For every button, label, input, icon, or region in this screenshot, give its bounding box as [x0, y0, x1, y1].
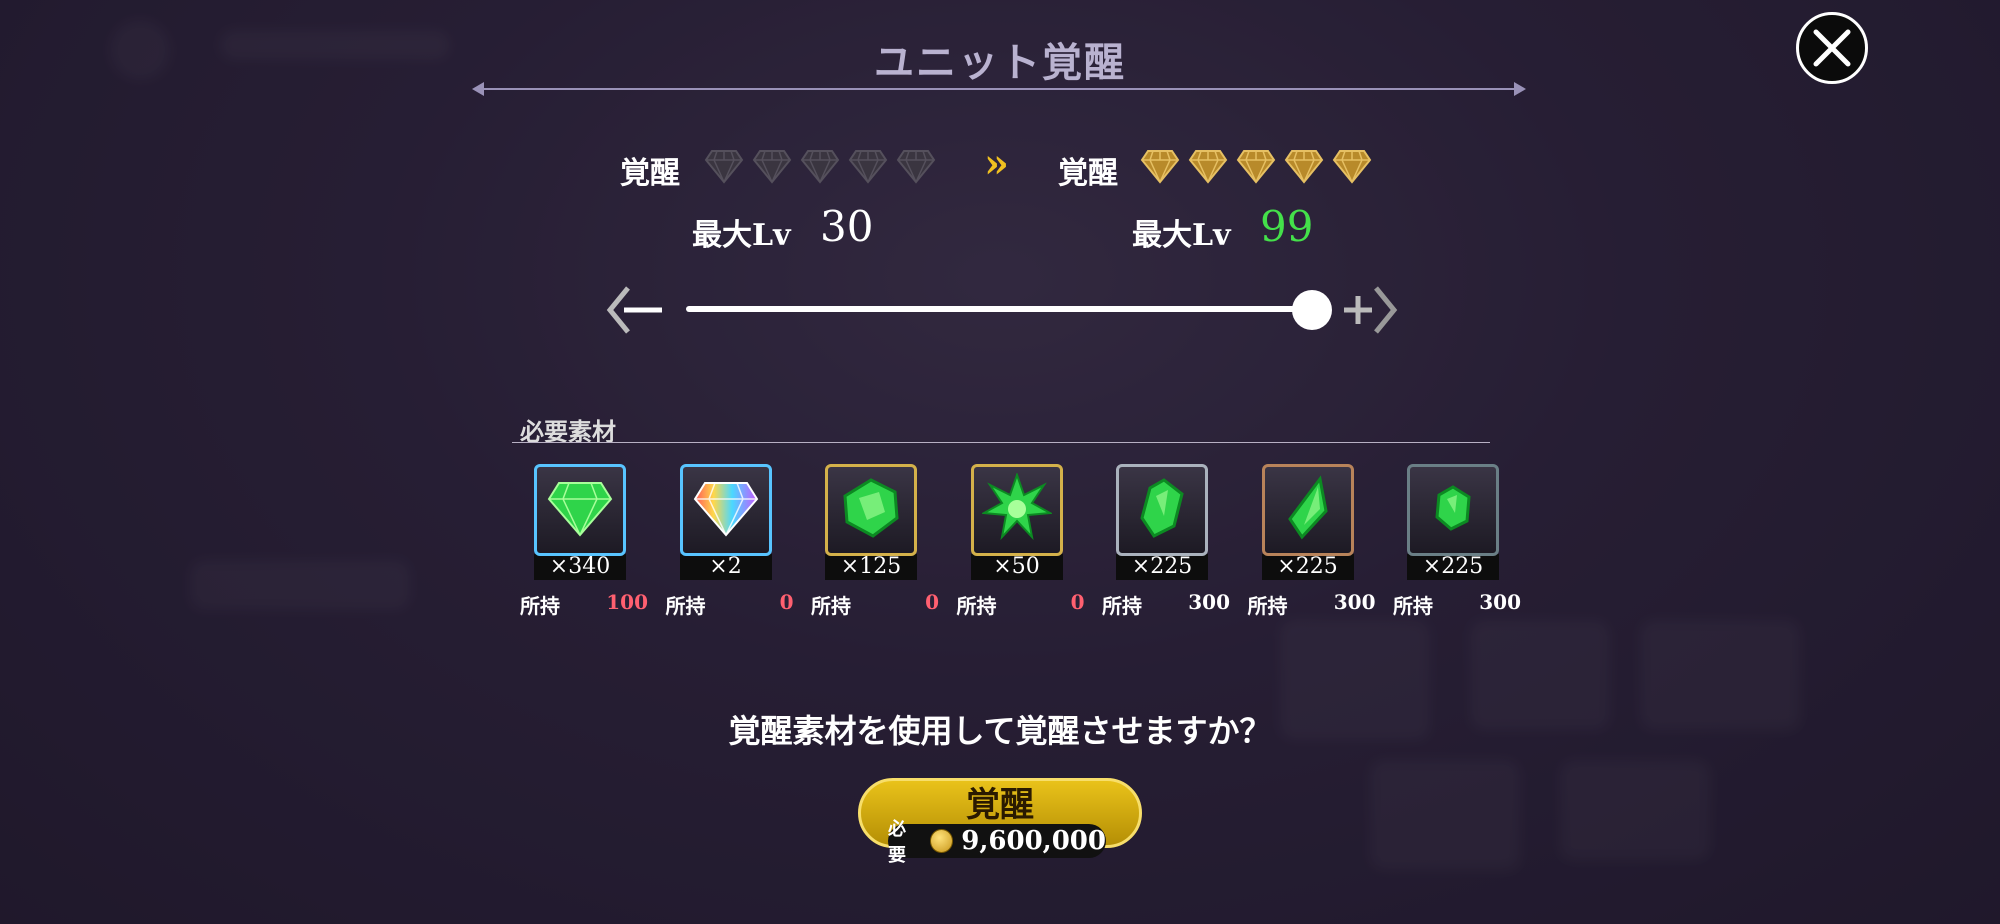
material-frame [1407, 464, 1499, 556]
coin-icon [930, 829, 954, 853]
green-crystal-icon [839, 476, 903, 544]
green-diamond-icon [545, 477, 615, 543]
next-max-lv-label: 最大Lv [1132, 218, 1231, 253]
material-owned: 所持 100 [520, 590, 648, 619]
owned-value: 300 [1479, 590, 1521, 614]
chevron-right-icon: » [984, 140, 1009, 187]
owned-label: 所持 [811, 594, 851, 618]
current-gem-icon [896, 148, 936, 184]
material-owned: 所持 300 [1393, 590, 1521, 619]
title-divider [478, 88, 1524, 90]
material-item[interactable]: ×50 所持 0 [957, 464, 1085, 618]
confirm-question: 覚醒素材を使用して覚醒させますか？ [728, 712, 1272, 750]
owned-label: 所持 [665, 594, 706, 618]
material-frame [970, 464, 1063, 556]
current-gem-icon [704, 148, 744, 184]
owned-label: 所持 [520, 594, 560, 618]
close-button[interactable] [1796, 12, 1868, 84]
material-required-count: ×125 [825, 554, 917, 580]
divider-left-arrow [472, 82, 484, 96]
owned-label: 所持 [1102, 594, 1142, 618]
cost-pill: 必要 9,600,000 [888, 819, 1106, 866]
green-pebble-icon [1431, 483, 1475, 537]
materials-divider [512, 442, 1490, 443]
plus-arrow-icon [1344, 286, 1398, 334]
material-item[interactable]: ×2 所持 0 [666, 464, 794, 618]
material-required-count: ×340 [534, 554, 626, 580]
current-gem-icon [848, 148, 888, 184]
material-required-count: ×225 [1116, 554, 1208, 580]
material-required-count: ×225 [1261, 554, 1354, 580]
awaken-slider-thumb[interactable] [1292, 290, 1332, 330]
current-max-lv-value: 30 [820, 202, 874, 251]
material-item[interactable]: ×225 所持 300 [1393, 464, 1521, 618]
next-gem-icon [1188, 148, 1228, 184]
material-frame [1261, 464, 1354, 556]
minus-arrow-icon [606, 286, 662, 334]
material-item[interactable]: ×340 所持 100 [520, 464, 648, 618]
current-max-lv-label: 最大Lv [692, 218, 791, 253]
next-gem-icon [1140, 148, 1180, 184]
owned-value: 0 [925, 590, 939, 614]
next-gem-icon [1236, 148, 1276, 184]
next-awaken-label: 覚醒 [1058, 156, 1118, 191]
material-frame [1116, 464, 1208, 556]
material-required-count: ×2 [679, 554, 772, 580]
green-shard-icon [1134, 476, 1190, 544]
next-gem-icon [1284, 148, 1324, 184]
owned-label: 所持 [956, 594, 997, 618]
owned-label: 所持 [1393, 594, 1433, 618]
cost-need-label: 必要 [888, 819, 906, 866]
decrease-button[interactable] [604, 282, 664, 338]
next-max-lv-value: 99 [1260, 202, 1314, 251]
owned-value: 0 [1070, 590, 1085, 614]
divider-right-arrow [1514, 82, 1526, 96]
material-owned: 所持 300 [1248, 590, 1376, 619]
current-awaken-label: 覚醒 [620, 156, 680, 191]
material-frame [534, 464, 626, 556]
material-frame [679, 464, 772, 556]
owned-value: 300 [1188, 590, 1230, 614]
material-required-count: ×50 [970, 554, 1063, 580]
material-owned: 所持 0 [811, 590, 939, 619]
next-awaken-gems [1140, 148, 1372, 184]
owned-label: 所持 [1247, 594, 1288, 618]
owned-value: 0 [779, 590, 794, 614]
material-item[interactable]: ×225 所持 300 [1248, 464, 1376, 618]
current-awaken-gems [704, 148, 936, 184]
green-star-crystal-icon [980, 471, 1053, 547]
close-icon [1813, 29, 1851, 67]
rainbow-diamond-icon [691, 477, 761, 543]
material-owned: 所持 300 [1102, 590, 1230, 619]
next-gem-icon [1332, 148, 1372, 184]
material-owned: 所持 0 [957, 590, 1085, 619]
material-owned: 所持 0 [666, 590, 794, 619]
current-gem-icon [752, 148, 792, 184]
green-spike-icon [1280, 475, 1336, 545]
material-item[interactable]: ×125 所持 0 [811, 464, 939, 618]
increase-button[interactable] [1340, 282, 1400, 338]
current-gem-icon [800, 148, 840, 184]
page-title: ユニット覚醒 [874, 39, 1126, 86]
cost-amount: 9,600,000 [961, 826, 1106, 856]
material-frame [825, 464, 917, 556]
owned-value: 300 [1333, 590, 1376, 614]
material-required-count: ×225 [1407, 554, 1499, 580]
awaken-slider-track[interactable] [686, 306, 1314, 312]
material-item[interactable]: ×225 所持 300 [1102, 464, 1230, 618]
owned-value: 100 [606, 590, 648, 614]
